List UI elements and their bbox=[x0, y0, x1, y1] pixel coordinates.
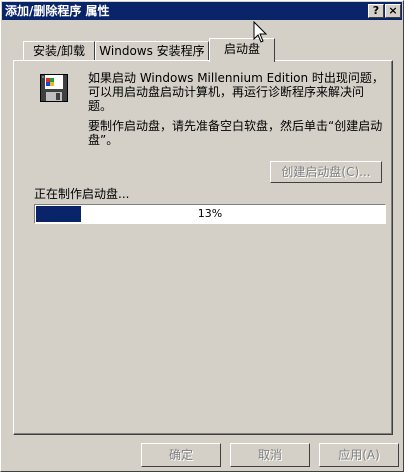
description-text-2: 要制作启动盘，请先准备空白软盘，然后单击“创建启动盘”。 bbox=[88, 119, 383, 147]
ok-button[interactable]: 确定 bbox=[141, 443, 221, 467]
tab-install-uninstall[interactable]: 安装/卸载 bbox=[23, 41, 95, 61]
mouse-cursor-icon bbox=[253, 21, 268, 43]
tab-panel-startup-disk: 如果启动 Windows Millennium Edition 时出现问题，可以… bbox=[13, 60, 393, 435]
description-text-1: 如果启动 Windows Millennium Edition 时出现问题，可以… bbox=[88, 71, 384, 113]
progress-bar: 13% bbox=[34, 204, 386, 224]
close-button[interactable]: × bbox=[385, 4, 401, 18]
create-startup-disk-button[interactable]: 创建启动盘(C)... bbox=[270, 161, 382, 183]
floppy-disk-icon bbox=[40, 74, 68, 102]
cancel-button[interactable]: 取消 bbox=[230, 443, 310, 467]
apply-button[interactable]: 应用(A) bbox=[319, 443, 399, 467]
progress-label: 正在制作启动盘... bbox=[34, 187, 130, 201]
description: 如果启动 Windows Millennium Edition 时出现问题，可以… bbox=[88, 71, 384, 153]
tab-label: 安装/卸载 bbox=[32, 44, 86, 58]
help-button[interactable]: ? bbox=[368, 4, 384, 18]
window-title: 添加/删除程序 属性 bbox=[5, 4, 110, 18]
progress-percent: 13% bbox=[197, 207, 223, 220]
properties-dialog: 添加/删除程序 属性 ? × 安装/卸载 Windows 安装程序 启动盘 如果… bbox=[0, 0, 404, 472]
title-bar[interactable]: 添加/删除程序 属性 ? × bbox=[2, 2, 402, 20]
tab-label: Windows 安装程序 bbox=[99, 44, 205, 58]
tab-windows-setup[interactable]: Windows 安装程序 bbox=[95, 41, 209, 61]
